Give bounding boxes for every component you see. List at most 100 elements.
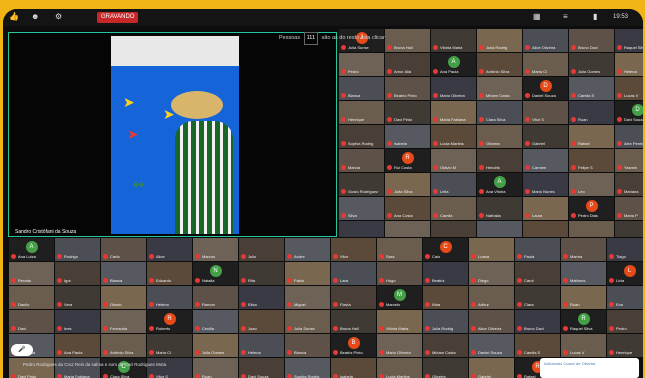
- participant-tile[interactable]: Isabela: [330, 357, 377, 378]
- participant-tile[interactable]: Lucia Martins: [376, 357, 423, 378]
- participant-tile[interactable]: Arthur: [468, 285, 515, 310]
- participant-tile[interactable]: Maria P: [614, 196, 643, 221]
- participant-tile[interactable]: R Raquel Silva: [560, 309, 607, 334]
- participant-tile[interactable]: C Clara Silva: [100, 357, 147, 378]
- participant-tile[interactable]: Hendrik: [476, 148, 523, 173]
- participant-tile[interactable]: Luana: [468, 237, 515, 262]
- participant-tile[interactable]: Pedro: [606, 309, 643, 334]
- participant-tile[interactable]: Felipe S: [568, 148, 615, 173]
- participant-tile[interactable]: Nina: [422, 285, 469, 310]
- participant-tile[interactable]: Carol: [514, 261, 561, 286]
- participant-tile[interactable]: C Caio: [422, 237, 469, 262]
- participant-tile[interactable]: Maria Cl: [522, 52, 569, 77]
- participant-tile[interactable]: Ines: [54, 309, 101, 334]
- participant-tile[interactable]: A Ana Vitória: [476, 172, 523, 197]
- participant-tile[interactable]: Maria Cl: [146, 333, 193, 358]
- participant-tile[interactable]: Vitor S: [522, 100, 569, 125]
- participant-tile[interactable]: Bruna Hall: [384, 28, 431, 53]
- participant-tile[interactable]: Antônio Silva: [100, 333, 147, 358]
- participant-tile[interactable]: Antônio Silva: [476, 52, 523, 77]
- participant-tile[interactable]: Otávio M: [430, 148, 477, 173]
- participant-tile[interactable]: Marcos: [192, 237, 239, 262]
- participant-tile[interactable]: Marcia: [338, 148, 385, 173]
- participant-tile[interactable]: Lucas V: [614, 76, 643, 101]
- participant-tile[interactable]: Lucas V: [560, 333, 607, 358]
- participant-tile[interactable]: Helena: [614, 52, 643, 77]
- participant-tile[interactable]: Davi Souza: [238, 357, 285, 378]
- participant-tile[interactable]: Tiago: [606, 237, 643, 262]
- participant-tile[interactable]: Sara: [376, 237, 423, 262]
- participant-tile[interactable]: Bruna Hall: [330, 309, 377, 334]
- participant-tile[interactable]: Beatriz Pinto: [384, 76, 431, 101]
- participant-tile[interactable]: Daniel Souza: [468, 333, 515, 358]
- participant-tile[interactable]: Renata: [8, 261, 55, 286]
- participant-tile[interactable]: Hugo: [376, 261, 423, 286]
- participant-tile[interactable]: Ruan: [192, 357, 239, 378]
- participant-tile[interactable]: Ruan: [568, 100, 615, 125]
- participant-tile[interactable]: Mariana: [614, 172, 643, 197]
- participant-tile[interactable]: B Beatriz Pinto: [330, 333, 377, 358]
- participant-tile[interactable]: Oliveira: [476, 124, 523, 149]
- participant-tile[interactable]: Rita: [238, 261, 285, 286]
- participant-tile[interactable]: Beatriz: [422, 261, 469, 286]
- participant-tile[interactable]: Fabio: [284, 261, 331, 286]
- participant-tile[interactable]: A Ana Paula: [430, 52, 477, 77]
- participant-tile[interactable]: Bianca: [100, 261, 147, 286]
- participant-tile[interactable]: Davi: [8, 309, 55, 334]
- participant-tile[interactable]: Fernanda: [100, 309, 147, 334]
- participant-tile[interactable]: Silva: [338, 196, 385, 221]
- participant-tile[interactable]: Vitória Maria: [430, 28, 477, 53]
- participant-tile[interactable]: Carmen: [522, 148, 569, 173]
- participant-tile[interactable]: Gusto Rodriguez: [338, 172, 385, 197]
- participant-tile[interactable]: João Silva: [384, 172, 431, 197]
- participant-tile[interactable]: Elisa: [238, 285, 285, 310]
- participant-tile[interactable]: Henrique: [338, 100, 385, 125]
- participant-tile[interactable]: Cecilia: [192, 309, 239, 334]
- participant-tile[interactable]: Raquel Silva: [614, 28, 643, 53]
- participant-tile[interactable]: Clara Silva: [476, 100, 523, 125]
- participant-tile[interactable]: R Roberto: [146, 309, 193, 334]
- participant-tile[interactable]: Yasmin: [614, 148, 643, 173]
- participant-tile[interactable]: Ruan: [560, 285, 607, 310]
- participant-tile[interactable]: Igor: [54, 261, 101, 286]
- participant-tile[interactable]: Eduardo: [146, 261, 193, 286]
- participant-tile[interactable]: Isabela: [384, 124, 431, 149]
- participant-tile[interactable]: Diego: [468, 261, 515, 286]
- participant-tile[interactable]: Alex Pereira: [614, 124, 643, 149]
- participant-tile[interactable]: Pedro: [338, 52, 385, 77]
- participant-tile[interactable]: Julia Gomes: [568, 52, 615, 77]
- participant-tile[interactable]: Flavia: [330, 285, 377, 310]
- participant-tile[interactable]: Lara: [330, 261, 377, 286]
- participant-tile[interactable]: Alice Oliveira: [468, 309, 515, 334]
- participant-tile[interactable]: Helena: [238, 333, 285, 358]
- participant-tile[interactable]: Lucia Martins: [430, 124, 477, 149]
- participant-tile[interactable]: Andre: [284, 237, 331, 262]
- participant-tile[interactable]: Leila: [430, 172, 477, 197]
- participant-tile[interactable]: Sophia Rodrig: [338, 124, 385, 149]
- participant-tile[interactable]: Miguel: [284, 285, 331, 310]
- participant-tile[interactable]: Oliveira: [422, 357, 469, 378]
- participant-tile[interactable]: Otavio: [100, 285, 147, 310]
- participant-tile[interactable]: D Daniel Souza: [522, 76, 569, 101]
- mic-toggle-button[interactable]: 🎤: [11, 344, 33, 356]
- participant-tile[interactable]: Camila S: [514, 333, 561, 358]
- participant-tile[interactable]: Ana Costa: [384, 196, 431, 221]
- participant-tile[interactable]: Maria Fabiana: [54, 357, 101, 378]
- participant-tile[interactable]: L Livia: [606, 261, 643, 286]
- participant-tile[interactable]: Alice: [146, 237, 193, 262]
- participant-tile[interactable]: Eva: [606, 285, 643, 310]
- join-notification[interactable]: Adicionais Coach de Oliveira: [540, 358, 639, 378]
- participant-tile[interactable]: Bianca: [284, 333, 331, 358]
- participant-tile[interactable]: Camila: [430, 196, 477, 221]
- participant-tile[interactable]: Miriam Costa: [422, 333, 469, 358]
- participant-tile[interactable]: Camila S: [568, 76, 615, 101]
- participant-tile[interactable]: Vitória Maria: [376, 309, 423, 334]
- participant-tile[interactable]: Vitor S: [146, 357, 193, 378]
- participant-tile[interactable]: Gabriel: [468, 357, 515, 378]
- participant-tile[interactable]: Nathalia: [476, 196, 523, 221]
- participant-tile[interactable]: Helena: [146, 285, 193, 310]
- participant-tile[interactable]: Amor Alia: [384, 52, 431, 77]
- participant-tile[interactable]: Laura: [522, 196, 569, 221]
- participant-tile[interactable]: A Ana Luiza: [8, 237, 55, 262]
- participant-tile[interactable]: Mario Oliveira: [376, 333, 423, 358]
